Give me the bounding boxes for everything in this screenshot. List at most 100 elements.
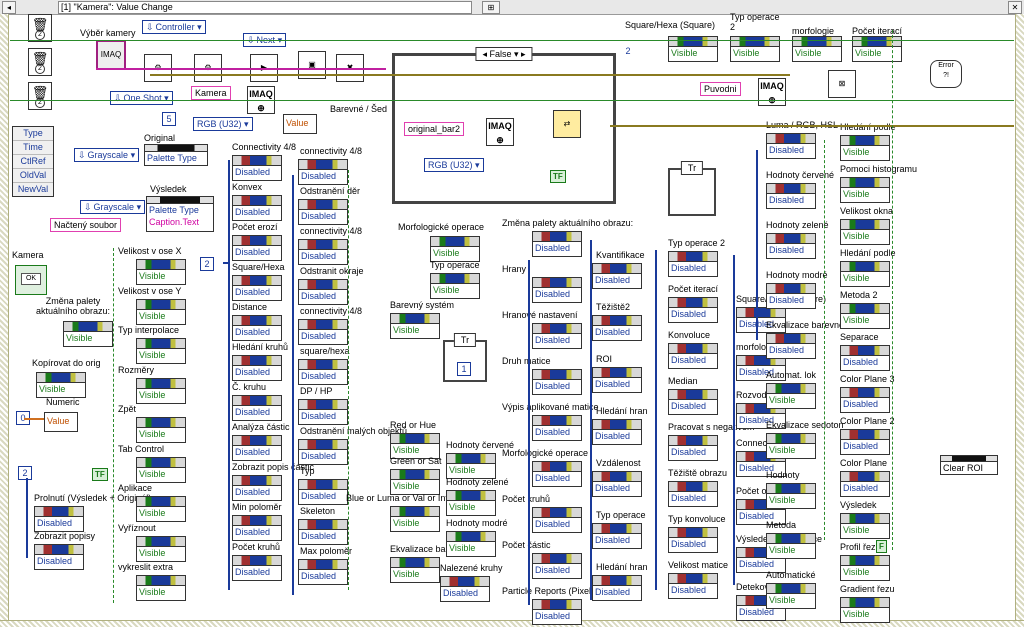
col11-property-node-2[interactable]: Visible (840, 219, 890, 245)
event-case-selector[interactable]: [1] "Kamera": Value Change (58, 1, 472, 14)
col3-property-node-10[interactable]: Disabled (232, 555, 282, 581)
col4-property-node-4[interactable]: Disabled (298, 319, 348, 345)
pn-zmena-palety[interactable]: Visible (63, 321, 113, 347)
pn-green-or-sat[interactable]: Visible (390, 469, 440, 495)
col11-property-node-0[interactable]: Visible (840, 135, 890, 161)
const-2[interactable]: 2 (18, 466, 32, 480)
one-shot-enum[interactable]: ⇩ One Shot ▾ (110, 91, 173, 105)
col3-property-node-3[interactable]: Disabled (232, 275, 282, 301)
imaq-icon-2[interactable]: IMAQ⊕ (758, 78, 786, 106)
col8-property-node-0[interactable]: Disabled (668, 251, 718, 277)
error-handler-icon[interactable]: Error?! (930, 60, 962, 88)
kamera-button[interactable]: OK (15, 265, 47, 295)
pn-numeric-value[interactable]: Value (44, 412, 78, 432)
decrement-case-button[interactable]: ◂ (2, 1, 16, 14)
col3-property-node-1[interactable]: Disabled (232, 195, 282, 221)
col10-property-node-5[interactable]: Visible (766, 383, 816, 409)
col3-property-node-6[interactable]: Disabled (232, 395, 282, 421)
col10-property-node-0[interactable]: Disabled (766, 133, 816, 159)
col4-property-node-8[interactable]: Disabled (298, 479, 348, 505)
col4-property-node-1[interactable]: Disabled (298, 199, 348, 225)
case-selector-3[interactable]: Tr (680, 161, 704, 175)
pn-clear-roi[interactable]: Clear ROI (940, 455, 998, 475)
col8-property-node-6[interactable]: Disabled (668, 527, 718, 553)
col7-property-node-3[interactable]: Disabled (592, 419, 642, 445)
col3-property-node-0[interactable]: Disabled (232, 155, 282, 181)
col4-property-node-3[interactable]: Disabled (298, 279, 348, 305)
pn-hodnoty-cervene[interactable]: Visible (446, 453, 496, 479)
event-data-node[interactable]: Type Time CtlRef OldVal NewVal (12, 126, 54, 197)
col11-property-node-5[interactable]: Disabled (840, 345, 890, 371)
col7-property-node-0[interactable]: Disabled (592, 263, 642, 289)
case-structure-3[interactable]: Tr (668, 161, 716, 216)
camera-control-icon[interactable]: IMAQ (96, 40, 126, 70)
pn-palette-original[interactable]: Palette Type (144, 144, 208, 166)
col2-property-node-1[interactable]: Visible (136, 298, 186, 325)
col11-property-node-3[interactable]: Visible (840, 261, 890, 287)
col6-property-node-8[interactable]: Disabled (532, 599, 582, 625)
kamera-local[interactable]: Kamera (191, 86, 231, 100)
pn-morf-op[interactable]: Visible (430, 236, 480, 262)
col8-property-node-1[interactable]: Disabled (668, 297, 718, 323)
col2-property-node-4[interactable]: Visible (136, 417, 186, 443)
true-const[interactable]: TF (550, 170, 566, 183)
const-2-top[interactable]: 2 (622, 45, 634, 57)
pn-ekvalizace[interactable]: Visible (390, 557, 440, 583)
col6-property-node-7[interactable]: Disabled (532, 553, 582, 579)
col6-property-node-5[interactable]: Disabled (532, 461, 582, 487)
col11-property-node-1[interactable]: Visible (840, 177, 890, 203)
imaq-icon[interactable]: IMAQ ⊕ (486, 118, 514, 146)
col3-property-node-5[interactable]: Disabled (232, 355, 282, 381)
true-const-2[interactable]: TF (92, 468, 108, 481)
col3-property-node-4[interactable]: Disabled (232, 315, 282, 341)
col10-property-node-3[interactable]: Disabled (766, 283, 816, 309)
trash-icon[interactable]: 🗑 2 (28, 14, 52, 42)
col2-property-node-2[interactable]: Visible (136, 338, 186, 364)
col4-property-node-7[interactable]: Disabled (298, 439, 348, 465)
col6-property-node-2[interactable]: Disabled (532, 323, 582, 349)
pn-vysledek[interactable]: Palette Type Caption.Text (146, 196, 214, 232)
original-bar2-local[interactable]: original_bar2 (404, 122, 465, 136)
value-property[interactable]: Value (283, 114, 317, 134)
case-selector-2[interactable]: Tr (453, 333, 477, 347)
col8-property-node-4[interactable]: Disabled (668, 435, 718, 461)
controller-enum[interactable]: ⇩ Controller ▾ (142, 20, 206, 34)
col2-property-node-3[interactable]: Visible (136, 377, 186, 404)
col7-property-node-2[interactable]: Disabled (592, 367, 642, 393)
col10-property-node-9[interactable]: Visible (766, 583, 816, 609)
col4-property-node-9[interactable]: Disabled (298, 519, 348, 545)
col6-property-node-4[interactable]: Disabled (532, 415, 582, 441)
col2-property-node-5[interactable]: Visible (136, 456, 186, 483)
rgb-enum[interactable]: RGB (U32) ▾ (193, 117, 253, 131)
col2-property-node-6[interactable]: Visible (136, 496, 186, 522)
col11-property-node-6[interactable]: Disabled (840, 387, 890, 413)
false-const[interactable]: F (876, 540, 887, 553)
pn-hodnoty-modre[interactable]: Visible (446, 531, 496, 557)
col11-property-node-11[interactable]: Visible (840, 597, 890, 623)
col2-property-node-8[interactable]: Visible (136, 575, 186, 601)
nacteny-soubor-local[interactable]: Načtený soubor (50, 218, 122, 232)
trash-icon[interactable]: 🗑 2 (28, 82, 52, 110)
col10-property-node-4[interactable]: Disabled (766, 333, 816, 359)
col10-property-node-2[interactable]: Disabled (766, 233, 816, 259)
col8-property-node-5[interactable]: Disabled (668, 481, 718, 507)
col7-property-node-1[interactable]: Disabled (592, 315, 642, 341)
col10-property-node-6[interactable]: Visible (766, 433, 816, 459)
col6-property-node-3[interactable]: Disabled (532, 369, 582, 395)
col4-property-node-5[interactable]: Disabled (298, 359, 348, 385)
pn-blue-or-luma[interactable]: Visible (390, 506, 440, 532)
pn-barevny-system[interactable]: Visible (390, 313, 440, 339)
col10-property-node-8[interactable]: Visible (766, 533, 816, 559)
col3-property-node-8[interactable]: Disabled (232, 475, 282, 501)
pn-zobrazit-popisy[interactable]: Disabled (34, 544, 84, 570)
col3-property-node-9[interactable]: Disabled (232, 515, 282, 541)
col10-property-node-7[interactable]: Visible (766, 483, 816, 509)
pn-prolnuti[interactable]: Disabled (34, 506, 84, 532)
pn-typ-op[interactable]: Visible (430, 273, 480, 299)
col11-property-node-8[interactable]: Disabled (840, 471, 890, 497)
trash-icon[interactable]: 🗑 2 (28, 48, 52, 76)
const-5[interactable]: 5 (162, 112, 176, 126)
col6-property-node-0[interactable]: Disabled (532, 231, 582, 257)
puvodni-local[interactable]: Puvodni (700, 82, 741, 96)
col7-property-node-5[interactable]: Disabled (592, 523, 642, 549)
